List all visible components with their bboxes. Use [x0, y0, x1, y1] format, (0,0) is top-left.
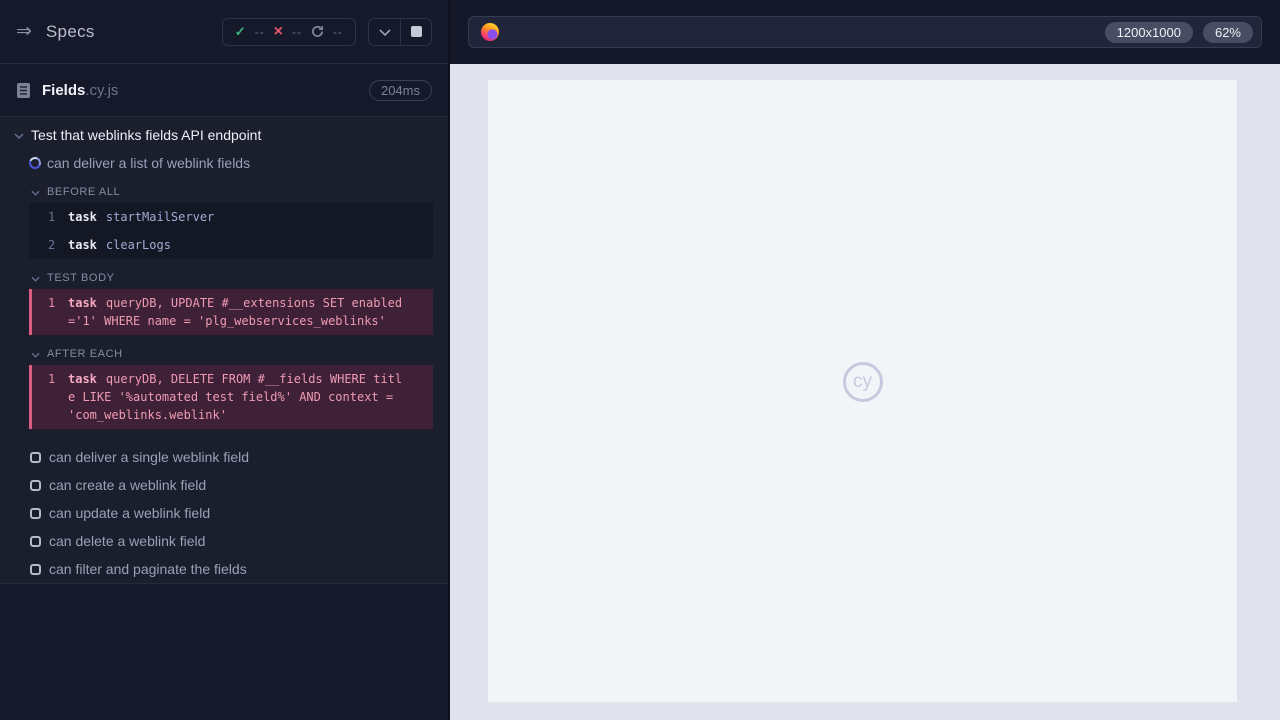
aut-iframe: cy: [488, 80, 1237, 702]
command-content: task queryDB, UPDATE #__extensions SET en…: [68, 294, 408, 330]
command-row[interactable]: 1 task queryDB, DELETE FROM #__fields WHE…: [32, 365, 433, 429]
command-row[interactable]: 1 task startMailServer: [29, 203, 433, 231]
hook-header-after-each[interactable]: AFTER EACH: [0, 343, 448, 365]
hook-label: BEFORE ALL: [47, 186, 121, 198]
pending-test-row[interactable]: can update a weblink field: [0, 499, 448, 527]
command-block-test-body: 1 task queryDB, UPDATE #__extensions SET …: [29, 289, 433, 335]
pending-test-title: can filter and paginate the fields: [49, 561, 247, 577]
command-message: queryDB, UPDATE #__extensions SET enable…: [68, 296, 403, 328]
reporter-header: ⇒ Specs ✓ -- × -- --: [0, 0, 448, 64]
pending-tests-list: can deliver a single weblink field can c…: [0, 443, 448, 583]
specs-menu-icon[interactable]: ⇒: [16, 22, 32, 41]
suite-row[interactable]: Test that weblinks fields API endpoint: [0, 121, 448, 149]
pending-test-title: can delete a weblink field: [49, 533, 206, 549]
viewport-zoom-badge[interactable]: 62%: [1202, 21, 1253, 43]
pending-test-icon: [30, 451, 41, 463]
command-method: task: [68, 296, 97, 310]
runner-pane: 1200x1000 62% cy: [450, 0, 1280, 720]
command-block-before-all: 1 task startMailServer 2 task clearLogs: [29, 203, 433, 259]
pending-refresh-icon: [311, 25, 324, 38]
runner-topbar: 1200x1000 62%: [450, 0, 1280, 64]
suite-title: Test that weblinks fields API endpoint: [31, 127, 262, 143]
pending-test-row[interactable]: can filter and paginate the fields: [0, 555, 448, 583]
command-row[interactable]: 2 task clearLogs: [29, 231, 433, 259]
command-block-after-each: 1 task queryDB, DELETE FROM #__fields WHE…: [29, 365, 433, 429]
spec-name: Fields: [42, 81, 86, 99]
chevron-down-icon: [378, 23, 391, 41]
hook-label: AFTER EACH: [47, 348, 123, 360]
command-method: task: [68, 238, 97, 252]
command-number: 2: [48, 238, 56, 252]
cypress-app: ⇒ Specs ✓ -- × -- -- Fields .cy.js 204ms…: [0, 0, 1280, 720]
url-bar[interactable]: 1200x1000 62%: [468, 16, 1262, 48]
spec-extension: .cy.js: [85, 81, 119, 99]
failed-icon: ×: [273, 23, 283, 40]
command-method: task: [68, 210, 97, 224]
pending-test-row[interactable]: can delete a weblink field: [0, 527, 448, 555]
command-message: clearLogs: [105, 238, 171, 252]
failed-count: --: [292, 24, 302, 39]
pending-test-icon: [30, 563, 41, 575]
hook-header-before-all[interactable]: BEFORE ALL: [0, 181, 448, 203]
chevron-down-icon: [31, 345, 40, 363]
pending-test-icon: [30, 507, 41, 519]
command-number: 1: [48, 296, 56, 310]
firefox-browser-icon: [481, 23, 499, 41]
spec-duration-badge: 204ms: [368, 79, 432, 101]
chevron-down-icon: [31, 269, 40, 287]
test-stats: ✓ -- × -- --: [221, 17, 356, 46]
command-number: 1: [48, 210, 56, 224]
chevron-down-icon: [14, 126, 24, 144]
reporter-panel: ⇒ Specs ✓ -- × -- -- Fields .cy.js 204ms…: [0, 0, 450, 720]
pending-test-title: can create a weblink field: [49, 477, 207, 493]
pending-test-icon: [30, 479, 41, 491]
command-content: task clearLogs: [68, 236, 408, 254]
pending-count: --: [333, 24, 343, 39]
passed-count: --: [254, 24, 265, 39]
spec-file-icon: [16, 82, 42, 99]
pending-test-icon: [30, 535, 41, 547]
command-number: 1: [48, 372, 56, 386]
hook-label: TEST BODY: [47, 272, 115, 284]
running-spinner-icon: [27, 155, 43, 171]
viewport-size-badge[interactable]: 1200x1000: [1104, 21, 1193, 43]
runnables-list: Test that weblinks fields API endpoint c…: [0, 117, 448, 584]
spec-file-row: Fields .cy.js 204ms: [0, 64, 448, 117]
passed-icon: ✓: [234, 23, 246, 39]
chevron-down-icon: [31, 183, 40, 201]
reporter-footer: [0, 584, 448, 720]
collapse-all-button[interactable]: [369, 19, 400, 45]
pending-test-title: can deliver a single weblink field: [49, 449, 249, 465]
hook-header-test-body[interactable]: TEST BODY: [0, 267, 448, 289]
browser-viewport: cy: [450, 64, 1280, 720]
pending-test-title: can update a weblink field: [49, 505, 211, 521]
stop-run-button[interactable]: [400, 18, 431, 45]
cypress-watermark-logo: cy: [842, 362, 883, 402]
pending-test-row[interactable]: can create a weblink field: [0, 471, 448, 499]
specs-title: Specs: [45, 21, 95, 41]
pending-test-row[interactable]: can deliver a single weblink field: [0, 443, 448, 471]
command-message: queryDB, DELETE FROM #__fields WHERE tit…: [68, 372, 403, 422]
active-test-row[interactable]: can deliver a list of weblink fields: [0, 149, 448, 177]
command-content: task startMailServer: [68, 208, 408, 226]
command-content: task queryDB, DELETE FROM #__fields WHERE…: [68, 370, 408, 424]
test-title: can deliver a list of weblink fields: [47, 155, 251, 171]
command-method: task: [68, 372, 97, 386]
stop-icon: [410, 26, 422, 37]
command-message: startMailServer: [105, 210, 215, 224]
command-row[interactable]: 1 task queryDB, UPDATE #__extensions SET …: [32, 289, 433, 335]
run-controls: [368, 17, 432, 46]
